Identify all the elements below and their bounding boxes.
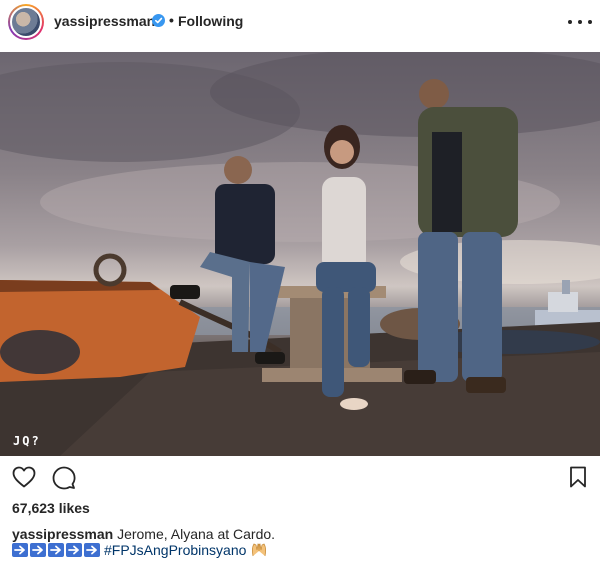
arrow-emoji-icon xyxy=(12,543,28,557)
caption-username[interactable]: yassipressman xyxy=(12,526,113,542)
header-separator: • xyxy=(169,12,174,28)
post-actions xyxy=(0,462,600,496)
post-photo[interactable]: JQ? xyxy=(0,52,600,456)
post-header: yassipressman • Following xyxy=(0,0,600,44)
raised-hands-icon xyxy=(250,541,268,560)
caption-line-2: #FPJsAngProbinsyano xyxy=(12,542,268,558)
arrow-emoji-icon xyxy=(30,543,46,557)
following-button[interactable]: Following xyxy=(178,13,243,29)
heart-icon[interactable] xyxy=(12,466,36,488)
avatar-image xyxy=(10,6,42,38)
arrow-emoji-icon xyxy=(66,543,82,557)
header-username[interactable]: yassipressman xyxy=(54,13,155,29)
arrow-emoji-icon xyxy=(84,543,100,557)
photo-watermark: JQ? xyxy=(13,434,41,448)
instagram-post: yassipressman • Following JQ? 67,623 lik… xyxy=(0,0,600,567)
caption-hashtag[interactable]: #FPJsAngProbinsyano xyxy=(104,542,246,558)
like-count[interactable]: 67,623 likes xyxy=(12,500,90,516)
bookmark-icon[interactable] xyxy=(569,466,587,488)
comment-icon[interactable] xyxy=(52,466,76,490)
avatar[interactable] xyxy=(8,4,44,40)
photo-illustration xyxy=(0,52,600,456)
arrow-emoji-icon xyxy=(48,543,64,557)
post-caption: yassipressman Jerome, Alyana at Cardo. xyxy=(12,526,588,542)
more-options-icon[interactable] xyxy=(568,12,592,32)
verified-badge-icon xyxy=(152,14,165,27)
